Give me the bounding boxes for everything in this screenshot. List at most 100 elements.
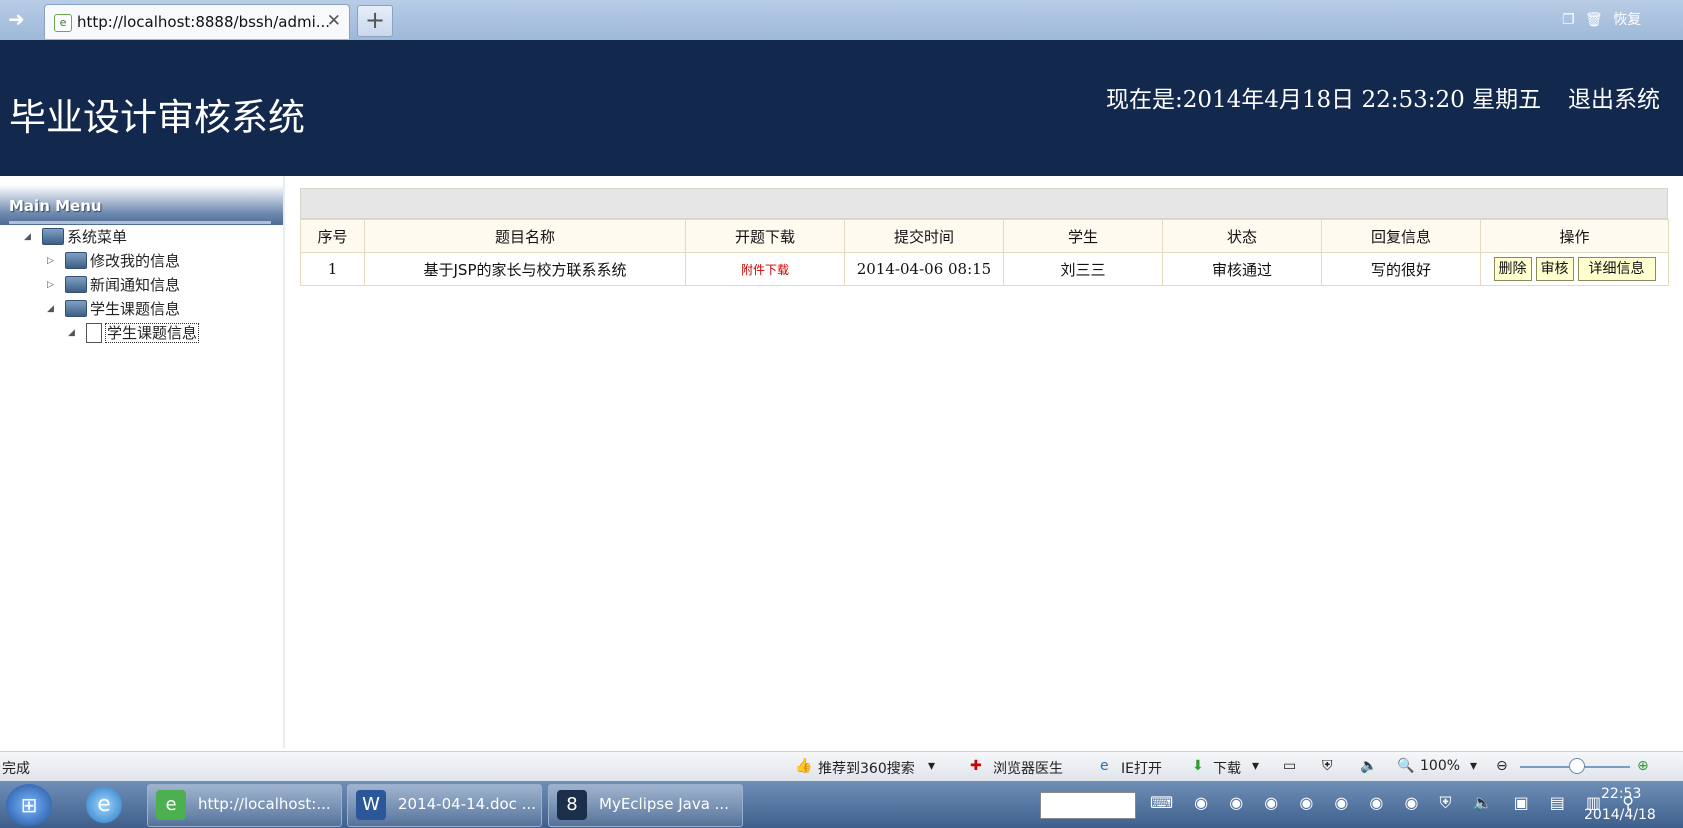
menu-divider <box>9 221 271 224</box>
recommend-360-button[interactable]: 推荐到360搜索 <box>818 758 915 778</box>
tab-close-icon[interactable]: ✕ <box>327 11 341 31</box>
menu-header: Main Menu <box>0 185 283 225</box>
cell-download: 附件下载 <box>685 252 845 286</box>
table-row: 1 基于JSP的家长与校方联系系统 附件下载 2014-04-06 08:15 … <box>300 252 1669 286</box>
dropdown-arrow-icon[interactable]: ▾ <box>928 758 935 774</box>
tree-root[interactable]: ◢ 系统菜单 <box>24 226 127 248</box>
system-tray-icons[interactable]: ⌨ ◉ ◉ ◉ ◉ ◉ ◉ ◉ ⛨ 🔈 ▣ ▤ ▥ ⚲ <box>1150 793 1642 813</box>
thumbs-up-icon: 👍 <box>795 758 813 774</box>
cell-student: 刘三三 <box>1003 252 1163 286</box>
tree-subitem-label: 学生课题信息 <box>105 323 200 343</box>
dropdown-arrow-icon[interactable]: ▾ <box>1470 758 1477 774</box>
collapsed-arrow-icon[interactable]: ▷ <box>47 256 59 266</box>
table-header-row: 序号 题目名称 开题下载 提交时间 学生 状态 回复信息 操作 <box>300 219 1669 253</box>
tree-root-label: 系统菜单 <box>67 228 128 246</box>
folder-icon <box>65 252 87 269</box>
taskbar-window-browser[interactable]: e http://localhost:... <box>147 784 342 827</box>
expanded-arrow-icon[interactable]: ◢ <box>24 232 36 242</box>
browser-tab-bar: ➜ e http://localhost:8888/bssh/admi... ✕… <box>0 0 1683 41</box>
shield-icon[interactable]: ⛨ <box>1322 758 1333 774</box>
left-menu: Main Menu ◢ 系统菜单 ▷ 修改我的信息 ▷ 新闻通知信息 ◢ 学生课题信息 … <box>0 176 285 748</box>
speaker-icon[interactable]: 🔈 <box>1360 758 1377 774</box>
attachment-download-link[interactable]: 附件下载 <box>741 263 789 277</box>
browser-doctor-button[interactable]: 浏览器医生 <box>993 758 1063 778</box>
tree-item-edit-info[interactable]: ▷ 修改我的信息 <box>47 250 180 272</box>
cell-number: 1 <box>300 252 365 286</box>
zoom-slider-handle[interactable] <box>1569 758 1585 774</box>
tree-subitem-topics[interactable]: ◢ 学生课题信息 <box>68 322 200 344</box>
cell-status: 审核通过 <box>1162 252 1322 286</box>
tree-item-news[interactable]: ▷ 新闻通知信息 <box>47 274 180 296</box>
taskbar-window-word[interactable]: W 2014-04-14.doc ... <box>347 784 542 827</box>
restore-button[interactable]: 恢复 <box>1613 12 1641 28</box>
document-icon <box>86 322 102 343</box>
review-button[interactable]: 审核 <box>1535 257 1574 281</box>
word-icon: W <box>356 790 386 820</box>
app-header: 毕业设计审核系统 现在是:2014年4月18日 22:53:20 星期五 退出系… <box>0 40 1683 176</box>
details-button[interactable]: 详细信息 <box>1577 257 1656 281</box>
taskbar-window-myeclipse[interactable]: 8 MyEclipse Java ... <box>548 784 743 827</box>
taskbar-window-label: 2014-04-14.doc ... <box>398 795 536 813</box>
ie-favicon-icon: e <box>54 14 72 32</box>
logout-link[interactable]: 退出系统 <box>1568 80 1660 114</box>
ie-icon: e <box>1100 758 1109 774</box>
table-toolbar <box>300 188 1668 219</box>
column-header: 学生 <box>1003 219 1163 253</box>
zoom-level[interactable]: 100% <box>1420 758 1460 774</box>
collapsed-arrow-icon[interactable]: ▷ <box>47 280 59 290</box>
cell-reply: 写的很好 <box>1321 252 1481 286</box>
browser-status-bar: 完成 👍 推荐到360搜索 ▾ ✚ 浏览器医生 e IE打开 ⬇ 下载 ▾ ▭ … <box>0 751 1683 782</box>
taskbar-window-label: http://localhost:... <box>198 795 331 813</box>
cell-submit-time: 2014-04-06 08:15 <box>844 252 1004 286</box>
cell-topic: 基于JSP的家长与校方联系系统 <box>364 252 686 286</box>
expanded-arrow-icon: ◢ <box>68 327 75 338</box>
tree-item-label: 修改我的信息 <box>90 252 181 270</box>
download-arrow-icon: ⬇ <box>1192 758 1204 774</box>
browser-360-icon: e <box>156 790 186 820</box>
myeclipse-icon: 8 <box>557 790 587 820</box>
taskbar-window-label: MyEclipse Java ... <box>599 795 729 813</box>
expanded-arrow-icon[interactable]: ◢ <box>47 304 59 314</box>
status-text: 完成 <box>2 761 30 777</box>
tree-item-label: 新闻通知信息 <box>90 276 181 294</box>
folder-icon <box>42 228 64 245</box>
windows-taskbar: ⊞ e e http://localhost:... W 2014-04-14.… <box>0 781 1683 828</box>
window-icon[interactable]: ▭ <box>1283 758 1296 774</box>
window-switch-icon[interactable]: ❐ <box>1562 12 1575 28</box>
column-header: 开题下载 <box>685 219 845 253</box>
new-tab-button[interactable]: + <box>357 5 393 37</box>
column-header: 操作 <box>1480 219 1669 253</box>
folder-icon <box>65 300 87 317</box>
current-time: 现在是:2014年4月18日 22:53:20 星期五 <box>1106 87 1542 113</box>
download-button[interactable]: 下载 <box>1213 758 1241 778</box>
column-header: 状态 <box>1162 219 1322 253</box>
ie-open-button[interactable]: IE打开 <box>1121 758 1162 778</box>
column-header: 序号 <box>300 219 365 253</box>
trash-icon[interactable]: 🗑 <box>1585 12 1603 28</box>
taskbar-search-input[interactable] <box>1040 792 1136 819</box>
sidebar-toggle-icon[interactable]: ➜ <box>8 7 25 31</box>
topic-table: 序号 题目名称 开题下载 提交时间 学生 状态 回复信息 操作 1 基于JSP的… <box>300 219 1669 286</box>
ie-taskbar-icon[interactable]: e <box>86 787 122 823</box>
column-header: 回复信息 <box>1321 219 1481 253</box>
browser-tab[interactable]: e http://localhost:8888/bssh/admi... ✕ <box>44 4 350 39</box>
cell-actions: 删除 审核 详细信息 <box>1480 252 1669 286</box>
menu-heading: Main Menu <box>9 197 102 215</box>
dropdown-arrow-icon[interactable]: ▾ <box>1252 758 1259 774</box>
tree-item-label: 学生课题信息 <box>90 300 181 318</box>
zoom-out-icon[interactable]: ⊖ <box>1496 758 1508 774</box>
taskbar-clock-time: 22:53 <box>1601 786 1642 802</box>
taskbar-clock-date: 2014/4/18 <box>1584 807 1656 823</box>
tab-title: http://localhost:8888/bssh/admi... <box>77 13 331 31</box>
medkit-icon: ✚ <box>970 758 982 774</box>
column-header: 提交时间 <box>844 219 1004 253</box>
system-title: 毕业设计审核系统 <box>9 96 305 139</box>
column-header: 题目名称 <box>364 219 686 253</box>
window-controls: ❐ 🗑 恢复 <box>1556 9 1641 29</box>
zoom-magnifier-icon: 🔍 <box>1397 758 1415 774</box>
topic-table-container: 序号 题目名称 开题下载 提交时间 学生 状态 回复信息 操作 1 基于JSP的… <box>300 188 1669 286</box>
start-button[interactable]: ⊞ <box>6 784 52 826</box>
zoom-in-icon[interactable]: ⊕ <box>1637 758 1649 774</box>
delete-button[interactable]: 删除 <box>1493 257 1532 281</box>
tree-item-topics[interactable]: ◢ 学生课题信息 <box>47 298 180 320</box>
